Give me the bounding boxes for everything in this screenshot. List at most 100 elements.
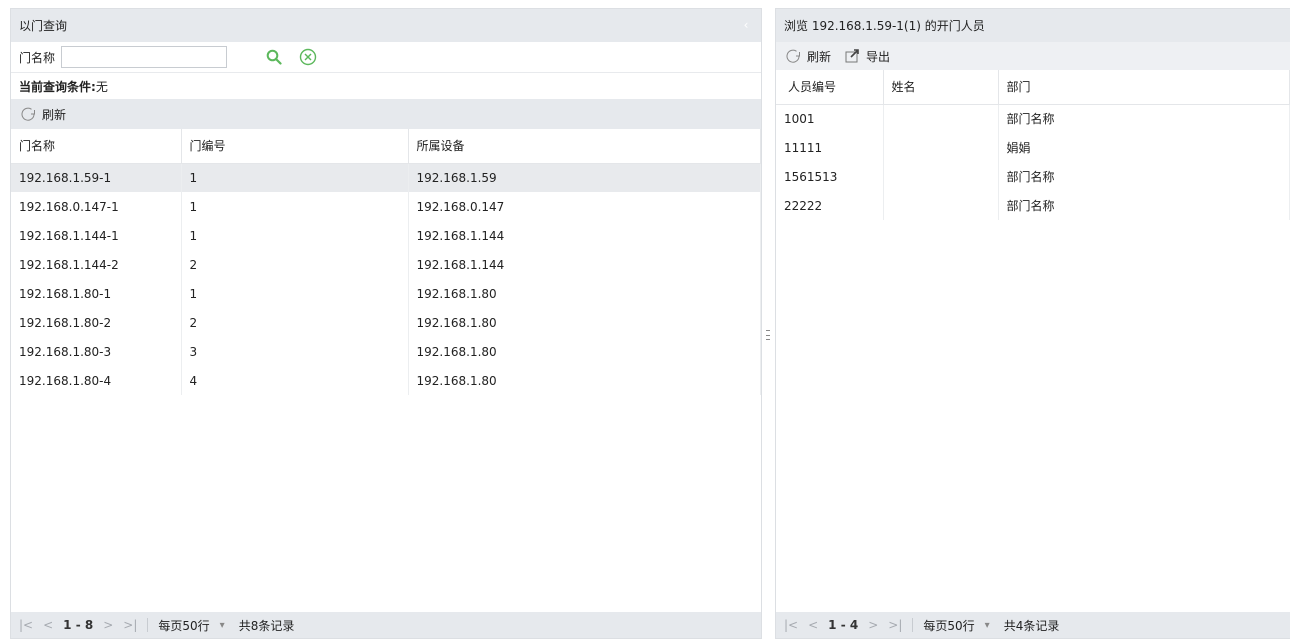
cell-door-number: 1: [181, 192, 409, 221]
table-row[interactable]: 192.168.1.80-1 1 192.168.1.80: [11, 279, 761, 308]
query-condition: 当前查询条件: 无: [11, 73, 761, 99]
chevron-down-icon[interactable]: ▾: [220, 620, 225, 631]
column-header-door-number[interactable]: 门编号: [181, 129, 409, 164]
cell-person-id: 11111: [776, 133, 884, 162]
cell-door-number: 1: [181, 221, 409, 250]
cell-door-name: 192.168.1.80-1: [11, 279, 182, 308]
column-header-department[interactable]: 部门: [998, 70, 1290, 105]
column-header-device[interactable]: 所属设备: [408, 129, 761, 164]
table-row[interactable]: 192.168.1.144-2 2 192.168.1.144: [11, 250, 761, 279]
table-row[interactable]: 192.168.0.147-1 1 192.168.0.147: [11, 192, 761, 221]
right-pager: |< < 1 - 4 > >| 每页50行 ▾ 共4条记录: [776, 612, 1290, 638]
cell-name: [883, 191, 999, 220]
chevron-down-icon[interactable]: ▾: [985, 620, 990, 631]
panel-title-bar: 浏览 192.168.1.59-1(1) 的开门人员: [776, 9, 1290, 42]
table-row[interactable]: 1001 部门名称: [776, 104, 1290, 133]
cell-door-name: 192.168.1.144-1: [11, 221, 182, 250]
refresh-label: 刷新: [42, 107, 67, 122]
cell-door-name: 192.168.1.80-4: [11, 366, 182, 395]
panel-title-bar: 以门查询 ‹: [11, 9, 761, 42]
cell-person-id: 1001: [776, 104, 884, 133]
cell-department: 部门名称: [998, 191, 1290, 220]
personnel-table: 人员编号 姓名 部门 1001 部门名称 11111 娟娟 1561513 部门…: [776, 70, 1290, 220]
next-page-button[interactable]: >: [868, 618, 878, 632]
right-toolbar: 刷新 导出: [776, 42, 1290, 70]
pager-divider: [912, 618, 914, 632]
cell-name: [883, 133, 999, 162]
cell-person-id: 1561513: [776, 162, 884, 191]
table-row[interactable]: 192.168.1.80-4 4 192.168.1.80: [11, 366, 761, 395]
cell-door-number: 1: [181, 163, 409, 192]
page-size-select[interactable]: 每页50行: [923, 617, 974, 634]
refresh-icon: [786, 49, 800, 63]
first-page-button[interactable]: |<: [784, 618, 798, 632]
prev-page-button[interactable]: <: [43, 618, 53, 632]
cell-person-id: 22222: [776, 191, 884, 220]
search-icon[interactable]: [263, 46, 285, 68]
page-size-select[interactable]: 每页50行: [158, 617, 209, 634]
cell-door-number: 1: [181, 279, 409, 308]
last-page-button[interactable]: >|: [123, 618, 137, 632]
door-query-panel: 以门查询 ‹ 门名称 当前查询条件: 无 刷新 门名称 门编号 所属设备 192…: [10, 8, 762, 639]
table-row[interactable]: 192.168.1.144-1 1 192.168.1.144: [11, 221, 761, 250]
column-header-name[interactable]: 姓名: [883, 70, 999, 105]
cell-door-number: 2: [181, 250, 409, 279]
cell-department: 部门名称: [998, 162, 1290, 191]
cell-door-name: 192.168.1.80-3: [11, 337, 182, 366]
condition-label: 当前查询条件:: [19, 79, 96, 94]
cell-name: [883, 104, 999, 133]
column-header-person-id[interactable]: 人员编号: [776, 70, 884, 105]
refresh-label: 刷新: [807, 49, 832, 64]
total-records: 共4条记录: [1003, 618, 1060, 633]
refresh-button[interactable]: 刷新: [784, 48, 831, 65]
condition-value: 无: [95, 79, 108, 94]
cell-department: 娟娟: [998, 133, 1290, 162]
cell-door-name: 192.168.1.80-2: [11, 308, 182, 337]
door-name-label: 门名称: [19, 50, 56, 65]
cell-door-number: 2: [181, 308, 409, 337]
cell-device: 192.168.1.144: [408, 221, 761, 250]
refresh-button[interactable]: 刷新: [19, 106, 66, 123]
door-name-input[interactable]: [61, 46, 228, 68]
export-button[interactable]: 导出: [845, 48, 890, 65]
total-records: 共8条记录: [238, 618, 295, 633]
table-row[interactable]: 11111 娟娟: [776, 133, 1290, 162]
table-row[interactable]: 192.168.1.59-1 1 192.168.1.59: [11, 163, 761, 192]
cell-device: 192.168.0.147: [408, 192, 761, 221]
table-header: 门名称 门编号 所属设备: [11, 129, 761, 164]
left-pager: |< < 1 - 8 > >| 每页50行 ▾ 共8条记录: [11, 612, 761, 638]
first-page-button[interactable]: |<: [19, 618, 33, 632]
door-table: 门名称 门编号 所属设备 192.168.1.59-1 1 192.168.1.…: [11, 129, 761, 395]
cell-door-name: 192.168.0.147-1: [11, 192, 182, 221]
export-icon: [845, 49, 859, 63]
door-personnel-panel: 浏览 192.168.1.59-1(1) 的开门人员 刷新 导出 人员编号 姓名…: [775, 8, 1290, 639]
table-row[interactable]: 192.168.1.80-3 3 192.168.1.80: [11, 337, 761, 366]
next-page-button[interactable]: >: [103, 618, 113, 632]
cell-door-number: 3: [181, 337, 409, 366]
cell-device: 192.168.1.80: [408, 308, 761, 337]
cell-device: 192.168.1.80: [408, 366, 761, 395]
cell-device: 192.168.1.59: [408, 163, 761, 192]
page-range: 1 - 4: [828, 618, 859, 632]
panel-splitter-handle[interactable]: [766, 330, 770, 340]
table-row[interactable]: 22222 部门名称: [776, 191, 1290, 220]
table-row[interactable]: 1561513 部门名称: [776, 162, 1290, 191]
page-range: 1 - 8: [63, 618, 94, 632]
clear-circle-icon[interactable]: [297, 46, 319, 68]
last-page-button[interactable]: >|: [888, 618, 902, 632]
cell-device: 192.168.1.80: [408, 279, 761, 308]
prev-page-button[interactable]: <: [808, 618, 818, 632]
export-label: 导出: [866, 49, 891, 64]
panel-title: 浏览 192.168.1.59-1(1) 的开门人员: [784, 19, 985, 33]
cell-door-name: 192.168.1.144-2: [11, 250, 182, 279]
table-row[interactable]: 192.168.1.80-2 2 192.168.1.80: [11, 308, 761, 337]
panel-title: 以门查询: [19, 19, 68, 33]
refresh-icon: [21, 107, 35, 121]
column-header-door-name[interactable]: 门名称: [11, 129, 182, 164]
cell-device: 192.168.1.80: [408, 337, 761, 366]
search-row: 门名称: [11, 42, 761, 73]
collapse-chevron-icon[interactable]: ‹: [739, 18, 753, 32]
cell-department: 部门名称: [998, 104, 1290, 133]
table-header: 人员编号 姓名 部门: [776, 70, 1290, 105]
left-toolbar: 刷新: [11, 99, 761, 129]
